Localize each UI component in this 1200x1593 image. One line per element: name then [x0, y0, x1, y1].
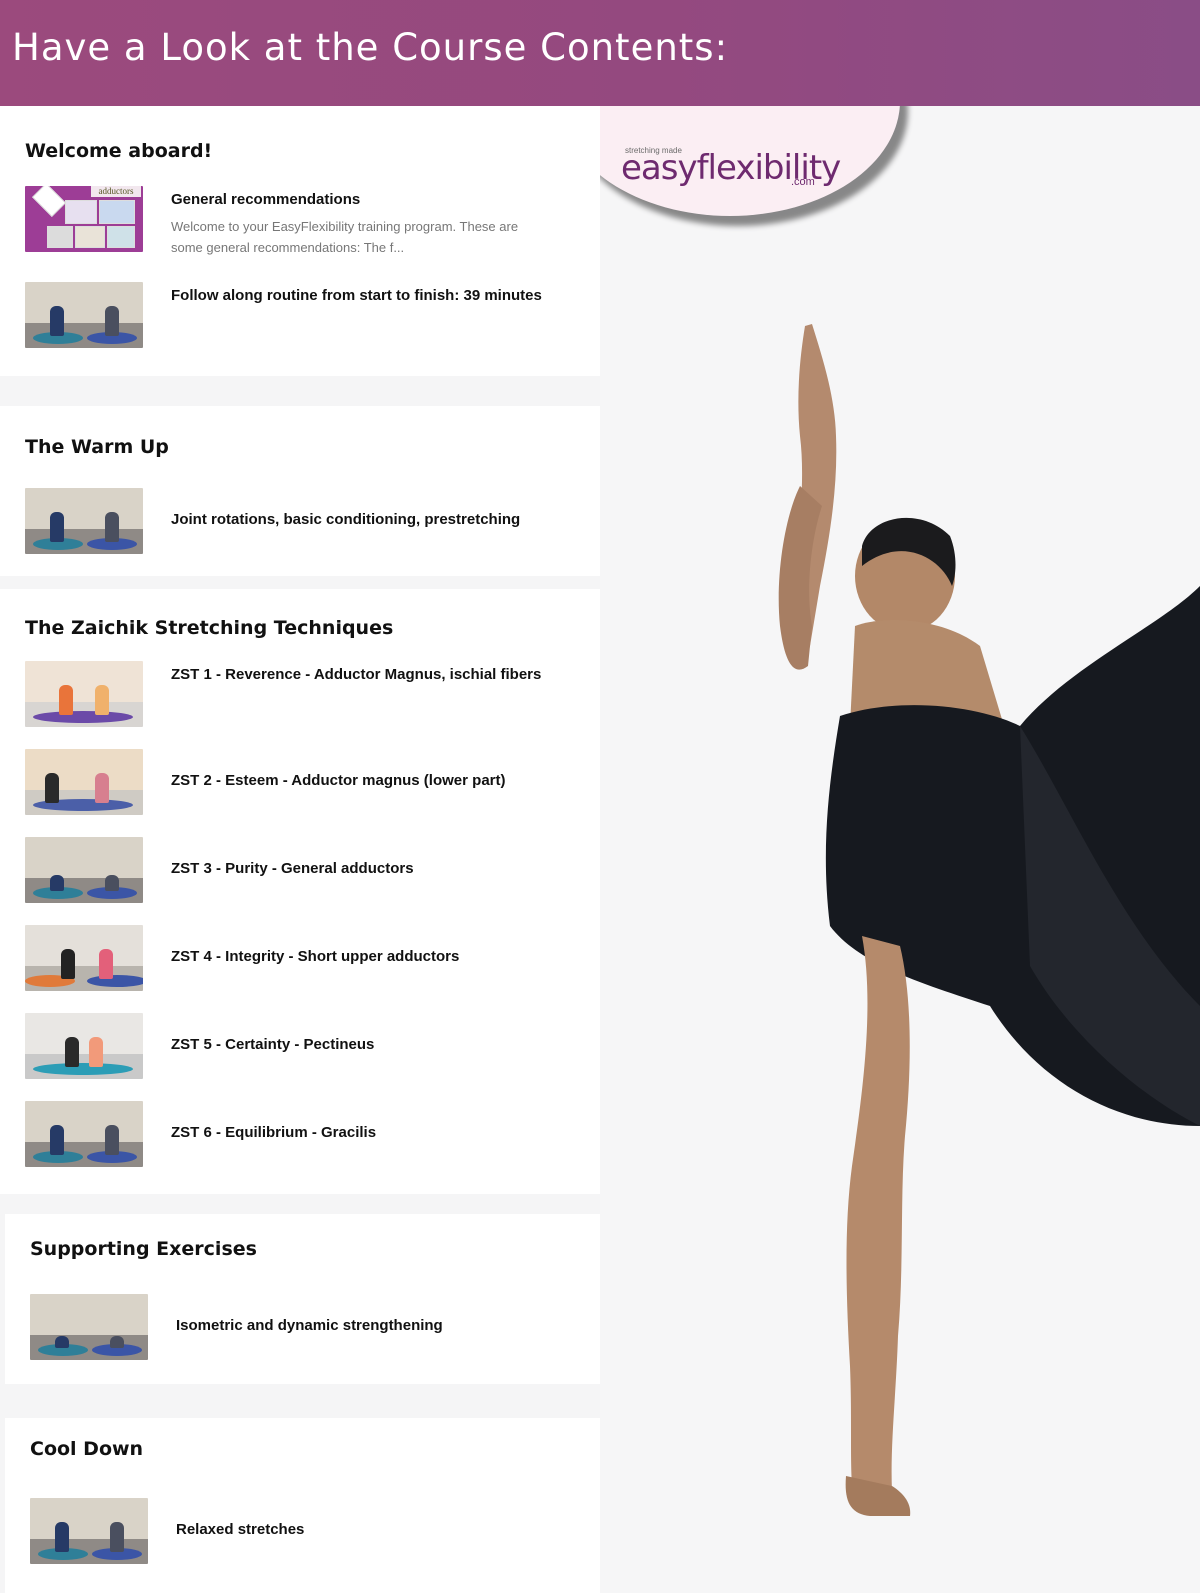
lesson-title[interactable]: ZST 3 - Purity - General adductors	[171, 857, 551, 881]
section-supporting-exercises: Supporting Exercises Isometric and dynam…	[5, 1214, 600, 1384]
lesson-title[interactable]: ZST 6 - Equilibrium - Gracilis	[171, 1121, 551, 1145]
page-title: Have a Look at the Course Contents:	[12, 26, 729, 69]
section-cool-down: Cool Down Relaxed stretches	[5, 1418, 600, 1593]
lesson-item[interactable]: ZST 1 - Reverence - Adductor Magnus, isc…	[25, 661, 585, 731]
lesson-thumbnail[interactable]	[25, 1101, 143, 1167]
section-title: Welcome aboard!	[25, 140, 213, 162]
lesson-title[interactable]: Follow along routine from start to finis…	[171, 284, 551, 308]
lesson-title[interactable]: ZST 2 - Esteem - Adductor magnus (lower …	[171, 769, 551, 793]
dancer-illustration	[778, 324, 1200, 1516]
lesson-item[interactable]: ZST 5 - Certainty - Pectineus	[25, 1013, 585, 1083]
section-zaichik-techniques: The Zaichik Stretching Techniques ZST 1 …	[0, 589, 600, 1194]
section-title: Supporting Exercises	[30, 1238, 257, 1260]
lesson-thumbnail[interactable]	[30, 1294, 148, 1360]
section-title: The Zaichik Stretching Techniques	[25, 617, 394, 639]
thumbnail-label: adductors	[91, 186, 141, 197]
page-header: Have a Look at the Course Contents:	[0, 0, 1200, 106]
section-warm-up: The Warm Up Joint rotations, basic condi…	[0, 406, 600, 576]
section-title: Cool Down	[30, 1438, 144, 1460]
section-title: The Warm Up	[25, 436, 169, 458]
lesson-title[interactable]: Joint rotations, basic conditioning, pre…	[171, 508, 551, 532]
hero-image: stretching made easyflexibility .com	[600, 106, 1200, 1593]
lesson-thumbnail[interactable]	[25, 488, 143, 554]
lesson-item[interactable]: adductors General recommendations Welcom…	[25, 186, 585, 256]
lesson-thumbnail[interactable]	[25, 661, 143, 727]
lesson-thumbnail[interactable]	[30, 1498, 148, 1564]
lesson-thumbnail[interactable]	[25, 1013, 143, 1079]
lesson-title[interactable]: ZST 1 - Reverence - Adductor Magnus, isc…	[171, 663, 551, 687]
lesson-title[interactable]: Isometric and dynamic strengthening	[176, 1314, 556, 1338]
lesson-item[interactable]: ZST 2 - Esteem - Adductor magnus (lower …	[25, 749, 585, 819]
lesson-thumbnail[interactable]: adductors	[25, 186, 143, 252]
lesson-item[interactable]: Follow along routine from start to finis…	[25, 282, 585, 352]
lesson-thumbnail[interactable]	[25, 282, 143, 348]
lesson-thumbnail[interactable]	[25, 749, 143, 815]
lesson-title[interactable]: General recommendations	[171, 188, 551, 212]
lesson-title[interactable]: Relaxed stretches	[176, 1518, 556, 1542]
lesson-item[interactable]: Relaxed stretches	[30, 1498, 590, 1568]
lesson-thumbnail[interactable]	[25, 837, 143, 903]
lesson-item[interactable]: ZST 6 - Equilibrium - Gracilis	[25, 1101, 585, 1171]
lesson-item[interactable]: ZST 3 - Purity - General adductors	[25, 837, 585, 907]
section-welcome: Welcome aboard! adductors General recomm…	[0, 106, 600, 376]
lesson-item[interactable]: ZST 4 - Integrity - Short upper adductor…	[25, 925, 585, 995]
lesson-item[interactable]: Joint rotations, basic conditioning, pre…	[25, 488, 585, 558]
lesson-title[interactable]: ZST 4 - Integrity - Short upper adductor…	[171, 945, 551, 969]
lesson-description: Welcome to your EasyFlexibility training…	[171, 219, 519, 255]
lesson-title[interactable]: ZST 5 - Certainty - Pectineus	[171, 1033, 551, 1057]
lesson-thumbnail[interactable]	[25, 925, 143, 991]
lesson-item[interactable]: Isometric and dynamic strengthening	[30, 1294, 590, 1364]
